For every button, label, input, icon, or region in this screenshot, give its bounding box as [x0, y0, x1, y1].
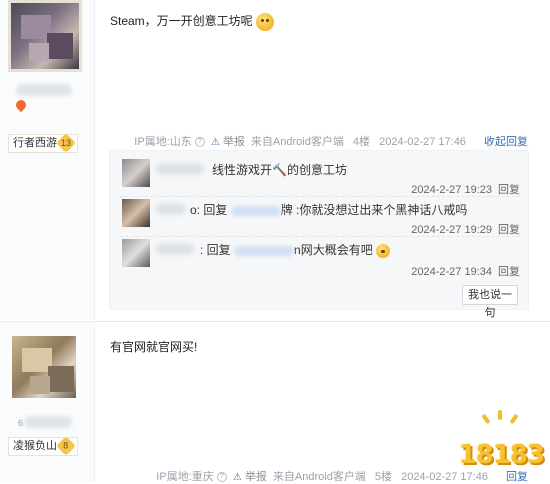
smile-emoji-icon [256, 12, 275, 31]
post-content: 有官网就官网买! [110, 340, 198, 354]
watermark-text: 18183 [458, 440, 545, 470]
report-link[interactable]: 举报 [245, 471, 267, 483]
reply-avatar[interactable] [122, 199, 150, 227]
say-something-button[interactable]: 我也说一句 [462, 285, 518, 319]
reply-link[interactable]: 回复 [498, 184, 520, 196]
level-number-icon: 8 [56, 436, 76, 456]
post-time: 2024-02-27 17:46 [379, 136, 466, 148]
help-icon[interactable]: ? [194, 137, 205, 148]
level-title: 行者西游 [13, 137, 57, 149]
username-blurred[interactable] [16, 84, 72, 96]
floor-number: 5楼 [374, 471, 393, 483]
author-panel: 行者西游 13 [0, 0, 95, 320]
reply-avatar[interactable] [122, 159, 150, 187]
list-item: 线性游戏开🔨的创意工坊 2024-2-27 19:23 回复 [120, 157, 520, 197]
author-panel: 6 凌猴负山 8 [0, 322, 95, 482]
reply-box: 线性游戏开🔨的创意工坊 2024-2-27 19:23 回复 o: 回复 牌 :你… [109, 144, 529, 319]
mention-blurred[interactable] [234, 245, 295, 256]
reply-avatar[interactable] [122, 239, 150, 267]
smile-emoji-icon [376, 243, 391, 258]
reply-time: 2024-2-27 19:34 回复 [411, 266, 520, 278]
report-icon[interactable]: ⚠ [233, 472, 242, 483]
reply-username-blurred[interactable] [156, 243, 194, 255]
ip-location: IP属地:山东 [134, 136, 192, 148]
post-meta: IP属地:山东 ? ⚠ 举报 来自Android客户端 4楼 2024-02-27… [134, 133, 528, 149]
reply-text: 线性游戏开🔨的创意工坊 [212, 163, 347, 177]
username-blurred[interactable] [24, 416, 72, 428]
ip-location: IP属地:重庆 [156, 471, 214, 483]
post-time: 2024-02-27 17:46 [401, 471, 488, 483]
avatar[interactable] [8, 0, 82, 72]
reply-link[interactable]: 回复 [506, 471, 528, 483]
list-item: o: 回复 牌 :你就没想过出来个黑神话八戒吗 2024-2-27 19:29 回… [120, 197, 520, 237]
report-link[interactable]: 举报 [223, 136, 245, 148]
site-watermark-logo: 18183 [459, 410, 545, 470]
post-content: Steam，万一开创意工坊呢 [110, 12, 275, 31]
reply-link[interactable]: 回复 [498, 266, 520, 278]
client-source: 来自Android客户端 [272, 471, 366, 483]
floor-number: 4楼 [352, 136, 371, 148]
reply-text: : 回复 n网大概会有吧 [200, 241, 391, 258]
mention-blurred[interactable] [230, 205, 281, 216]
level-number-icon: 13 [56, 133, 76, 153]
reply-time: 2024-2-27 19:23 回复 [411, 184, 520, 196]
report-icon[interactable]: ⚠ [211, 137, 220, 148]
level-title: 凌猴负山 [13, 440, 57, 452]
help-icon[interactable]: ? [216, 472, 227, 483]
post-floor-4: 行者西游 13 Steam，万一开创意工坊呢 IP属地:山东 ? ⚠ 举报 来自A… [0, 0, 550, 320]
reply-username-blurred[interactable] [156, 203, 186, 215]
user-id-partial: 6 [18, 418, 24, 428]
flame-icon [13, 97, 29, 113]
reply-username-blurred[interactable] [156, 163, 204, 175]
level-badge[interactable]: 行者西游 13 [8, 133, 78, 153]
client-source: 来自Android客户端 [250, 136, 344, 148]
reply-text: o: 回复 牌 :你就没想过出来个黑神话八戒吗 [190, 203, 468, 217]
reply-time: 2024-2-27 19:29 回复 [411, 224, 520, 236]
avatar[interactable] [12, 336, 76, 398]
list-item: : 回复 n网大概会有吧 2024-2-27 19:34 回复 [120, 237, 520, 283]
level-badge[interactable]: 凌猴负山 8 [8, 436, 78, 456]
reply-link[interactable]: 回复 [498, 224, 520, 236]
